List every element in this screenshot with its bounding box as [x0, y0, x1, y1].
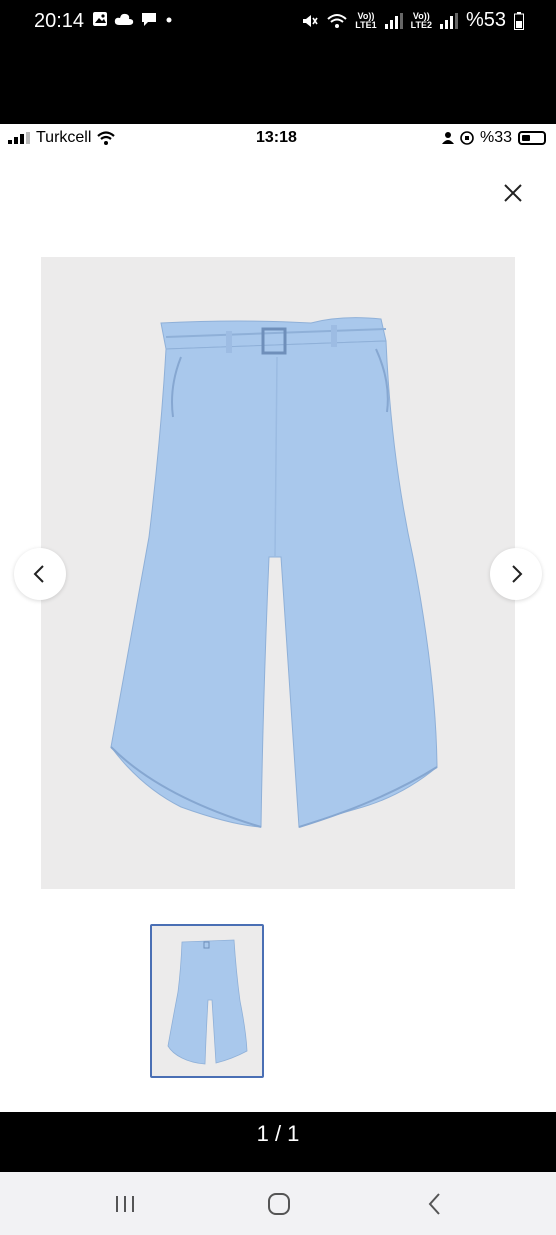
system-time: 20:14 — [34, 10, 85, 32]
carrier-name: Turkcell — [36, 129, 92, 146]
wifi-icon — [97, 131, 116, 145]
system-indicators: Vo)) LTE1 Vo)) LTE2 %53 — [301, 9, 524, 32]
ios-battery-text: %33 — [479, 129, 512, 146]
ios-status-bar: Turkcell 13:18 %33 — [0, 124, 556, 154]
system-status-bar: 20:14 Vo)) LTE1 Vo)) LTE2 %53 — [0, 0, 556, 124]
image-counter-bar: 1 / 1 — [0, 1112, 556, 1172]
back-button[interactable] — [420, 1190, 450, 1218]
chevron-left-icon — [33, 565, 44, 583]
product-main-image[interactable] — [41, 257, 515, 889]
notification-icons — [92, 11, 174, 27]
sim1-signal-icon — [384, 12, 403, 29]
close-button[interactable] — [500, 180, 526, 206]
thumbnail-trousers-image — [167, 939, 248, 1065]
gallery-icon — [93, 12, 107, 26]
ios-indicators: %33 — [441, 129, 546, 147]
cloud-icon — [114, 13, 134, 25]
android-navigation-bar — [0, 1172, 556, 1235]
battery-icon — [514, 11, 524, 30]
sim2-signal-icon — [439, 12, 458, 29]
more-dot-icon — [166, 17, 172, 23]
close-icon — [504, 184, 522, 202]
system-battery-text: %53 — [465, 9, 506, 31]
wifi-icon — [327, 13, 347, 28]
back-icon — [428, 1193, 440, 1215]
chat-bubble-icon — [142, 13, 156, 26]
ios-time: 13:18 — [256, 129, 297, 146]
recent-apps-button[interactable] — [110, 1190, 140, 1218]
next-image-button[interactable] — [490, 548, 542, 600]
recent-apps-icon — [116, 1196, 134, 1212]
sim1-network-label: Vo)) LTE1 — [355, 11, 377, 30]
sim1-lte-text: LTE1 — [355, 19, 377, 30]
mute-icon — [303, 14, 318, 27]
previous-image-button[interactable] — [14, 548, 66, 600]
image-counter: 1 / 1 — [256, 1121, 300, 1146]
orientation-lock-icon — [460, 131, 474, 145]
cellular-signal-icon — [8, 132, 30, 144]
wide-leg-trousers-image — [110, 317, 438, 828]
home-icon — [268, 1193, 290, 1215]
sim2-lte-text: LTE2 — [410, 19, 432, 30]
sim2-network-label: Vo)) LTE2 — [410, 11, 432, 30]
chevron-right-icon — [512, 565, 523, 583]
ios-battery-icon — [518, 131, 546, 145]
product-image-viewer: Turkcell 13:18 %33 — [0, 124, 556, 1112]
person-icon — [441, 132, 454, 144]
carrier-group: Turkcell — [8, 129, 116, 147]
home-button[interactable] — [264, 1190, 294, 1218]
thumbnail-1[interactable] — [150, 924, 264, 1078]
